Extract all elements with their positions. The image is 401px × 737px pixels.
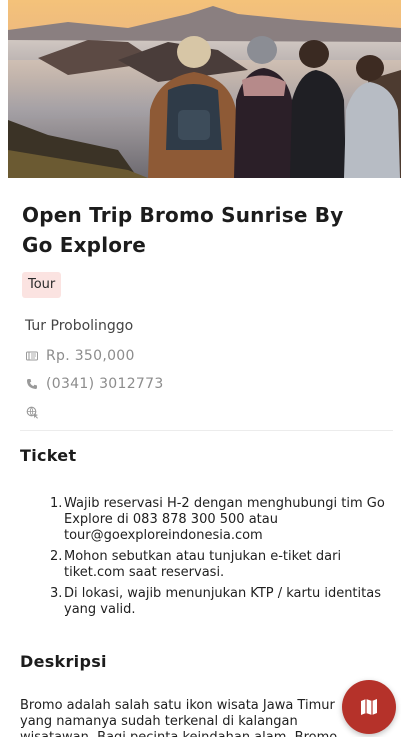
price-label: Rp. 350,000 [46,348,135,364]
ticket-heading: Ticket [20,446,77,465]
website-row[interactable] [25,398,401,426]
phone-label[interactable]: (0341) 3012773 [46,376,164,392]
city-row: Tur Probolinggo [25,312,401,340]
content-area: Open Trip Bromo Sunrise By Go Explore To… [0,178,401,737]
hero-image [8,0,401,178]
detail-page: Open Trip Bromo Sunrise By Go Explore To… [0,0,401,737]
section-divider [20,430,393,431]
category-tag[interactable]: Tour [22,272,62,298]
ticket-item-text: Di lokasi, wajib menunjukan KTP / kartu … [64,586,381,617]
list-item: 3. Di lokasi, wajib menunjukan KTP / kart… [50,586,381,617]
ticket-item-text: Mohon sebutkan atau tunjukan e-tiket dar… [64,549,342,580]
web-link-icon[interactable] [25,405,39,419]
ticket-icon [25,349,39,363]
page-title: Open Trip Bromo Sunrise By Go Explore [22,203,344,257]
description-text: Bromo adalah salah satu ikon wisata Jawa… [20,698,337,737]
price-row: Rp. 350,000 [25,342,401,370]
phone-icon [25,377,39,391]
list-item: 2. Mohon sebutkan atau tunjukan e-tiket d… [50,549,342,580]
ticket-list: 1. Wajib reservasi H-2 dengan menghubungi… [50,496,394,623]
city-label: Tur Probolinggo [25,318,134,334]
info-list: Tur Probolinggo Rp. 350,000 (0341) 30127… [25,312,401,426]
map-icon [361,699,377,715]
map-button[interactable] [342,680,396,734]
description-heading: Deskripsi [20,652,107,671]
ticket-item-text: Wajib reservasi H-2 dengan menghubungi t… [64,496,385,543]
phone-row[interactable]: (0341) 3012773 [25,370,401,398]
list-item: 1. Wajib reservasi H-2 dengan menghubungi… [50,496,385,543]
